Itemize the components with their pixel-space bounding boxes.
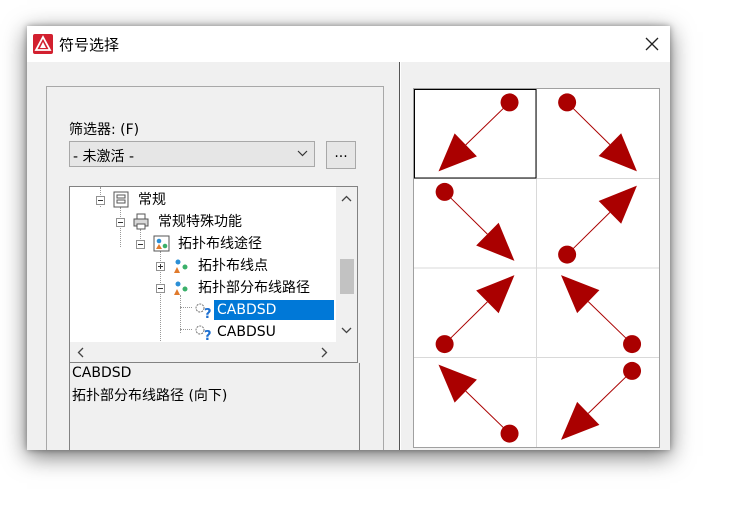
cell-hit-area[interactable]: [537, 89, 660, 179]
tree-item-label: 常规特殊功能: [158, 214, 242, 230]
scroll-thumb[interactable]: [340, 259, 354, 294]
preview-symbol-cell[interactable]: [537, 358, 660, 448]
preview-symbol-cell[interactable]: [414, 358, 537, 448]
tree-item-general[interactable]: 常规: [70, 190, 330, 210]
filter-label: 筛选器: (F): [69, 122, 140, 138]
description-text: 拓扑部分布线路径 (向下): [72, 388, 228, 404]
title-bar: 符号选择: [27, 26, 670, 62]
preview-symbol-cell[interactable]: [414, 89, 537, 179]
routing-point-icon: [174, 259, 188, 273]
collapse-toggle[interactable]: [136, 240, 145, 249]
cell-hit-area[interactable]: [537, 179, 660, 269]
arrow-start-dot: [435, 182, 454, 201]
scroll-right-icon[interactable]: [321, 347, 328, 358]
filter-browse-button[interactable]: ...: [326, 141, 356, 169]
splitter-highlight: [400, 62, 401, 450]
preview-canvas[interactable]: [414, 89, 659, 447]
unknown-symbol-icon: ?: [195, 303, 212, 319]
preview-symbol-cell[interactable]: [537, 89, 660, 179]
arrow-start-dot: [558, 93, 577, 112]
arrow-start-dot: [435, 335, 454, 354]
tree-item-label: CABDSD: [214, 300, 334, 320]
printer-icon: [133, 213, 149, 230]
preview-symbol-cell[interactable]: [537, 179, 660, 269]
close-button[interactable]: [634, 26, 670, 62]
tree-item-partial-path[interactable]: 拓扑部分布线路径: [70, 278, 330, 298]
scroll-down-icon[interactable]: [341, 327, 352, 334]
preview-symbol-cell[interactable]: [537, 268, 660, 358]
tree-item-label: 常规: [138, 192, 166, 208]
routing-path-icon: [174, 281, 188, 295]
description-name: CABDSD: [72, 365, 132, 381]
tree-item-topology-point[interactable]: 拓扑布线点: [70, 256, 330, 276]
preview-symbol-cell[interactable]: [414, 179, 537, 269]
scroll-left-icon[interactable]: [77, 347, 84, 358]
arrow-start-dot: [623, 361, 642, 380]
collapse-toggle[interactable]: [96, 196, 105, 205]
tree-horizontal-scrollbar[interactable]: [70, 342, 357, 362]
tree-item-cabdsu[interactable]: ? CABDSU: [188, 322, 336, 342]
arrow-start-dot: [623, 335, 642, 354]
cell-hit-area[interactable]: [414, 268, 537, 358]
tree-item-cabdsd[interactable]: ? CABDSD: [188, 300, 336, 320]
symbol-description: CABDSD 拓扑部分布线路径 (向下): [69, 363, 360, 450]
arrow-start-dot: [500, 93, 519, 112]
collapse-toggle[interactable]: [116, 218, 125, 227]
close-icon: [645, 37, 659, 51]
symbol-select-dialog: 符号选择 筛选器: (F) - 未激活 - ... 常规 常规特殊功能 拓扑布线…: [27, 26, 670, 450]
app-logo-icon: [33, 34, 53, 54]
filter-value: - 未激活 -: [73, 149, 135, 165]
symbol-preview-grid[interactable]: [413, 88, 660, 448]
unknown-symbol-icon: ?: [195, 325, 212, 341]
svg-text:?: ?: [204, 329, 212, 341]
tree-vertical-scrollbar[interactable]: [336, 187, 357, 342]
folder-list-icon: [113, 191, 129, 208]
arrow-start-dot: [500, 424, 519, 443]
svg-text:?: ?: [204, 307, 212, 319]
expand-toggle[interactable]: [156, 262, 165, 271]
topology-icon: [153, 235, 170, 252]
tree-item-label: 拓扑布线点: [198, 258, 268, 274]
collapse-toggle[interactable]: [156, 284, 165, 293]
preview-symbol-cell[interactable]: [414, 268, 537, 358]
arrow-start-dot: [558, 245, 577, 264]
tree-item-label: 拓扑布线途径: [178, 236, 262, 252]
tree-connector: [180, 295, 181, 333]
filter-dropdown[interactable]: - 未激活 -: [69, 141, 315, 167]
tree-item-label: CABDSU: [217, 324, 276, 340]
symbol-tree[interactable]: 常规 常规特殊功能 拓扑布线途径 拓扑布线点 拓扑部分布线路径 ? CABDSD…: [69, 186, 358, 363]
tree-item-topology-routing[interactable]: 拓扑布线途径: [70, 234, 330, 254]
scroll-up-icon[interactable]: [341, 195, 352, 202]
window-title: 符号选择: [59, 36, 120, 54]
chevron-down-icon: [297, 150, 308, 157]
tree-item-general-special[interactable]: 常规特殊功能: [70, 212, 330, 232]
tree-item-label: 拓扑部分布线路径: [198, 280, 310, 296]
cell-hit-area[interactable]: [414, 179, 537, 269]
